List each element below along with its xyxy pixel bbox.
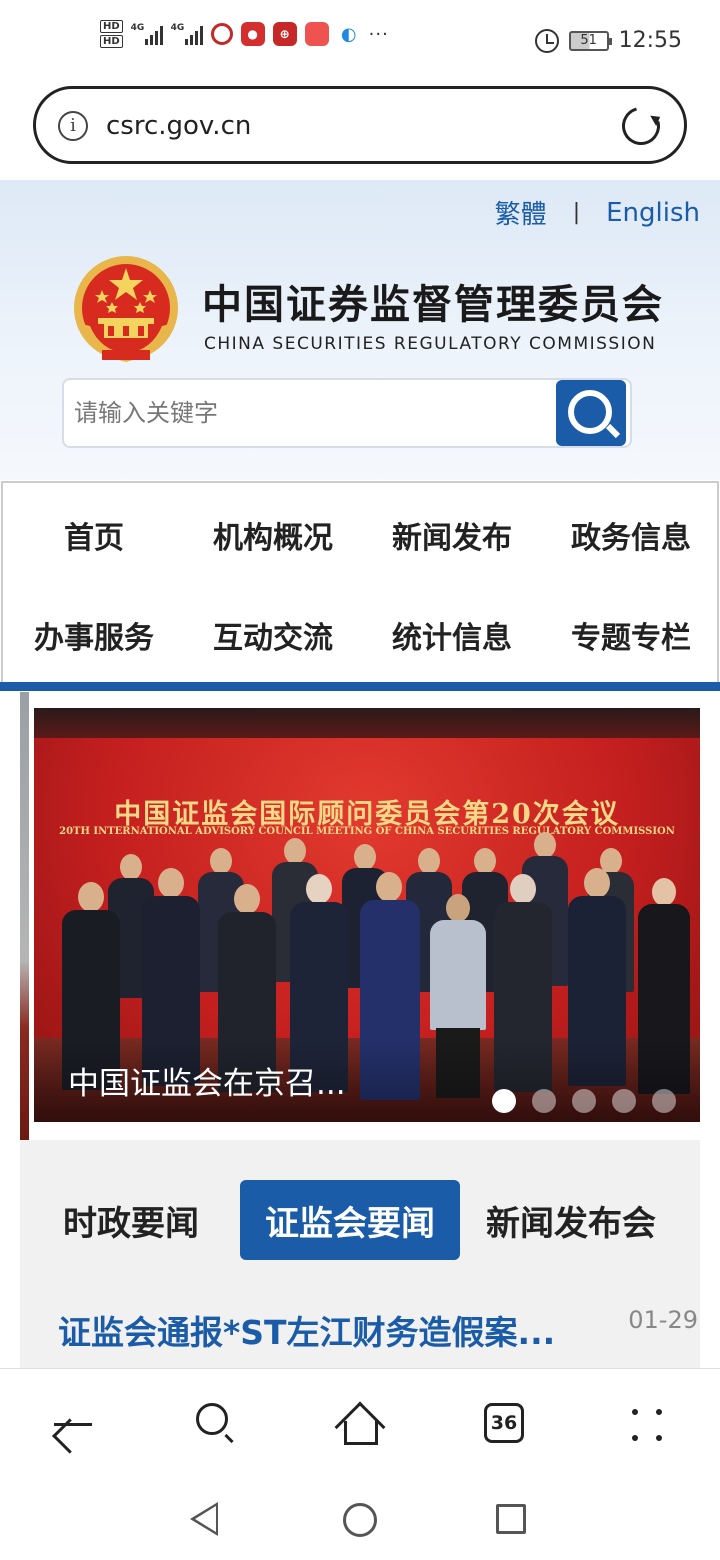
lang-traditional-link[interactable]: 繁體 <box>495 194 547 231</box>
browser-toolbar: 36 <box>0 1368 720 1476</box>
carousel-dot-4[interactable] <box>612 1089 636 1113</box>
status-left: HD HD 4G 4G ● ⊕ ◐ ··· <box>100 20 389 48</box>
nav-item-about[interactable]: 机构概况 <box>184 513 362 557</box>
carousel-indicators <box>492 1089 676 1113</box>
info-icon[interactable]: i <box>58 111 88 141</box>
carousel-dot-5[interactable] <box>652 1089 676 1113</box>
site-header: 繁體 | English 中国证券监督管理委员会 CHINA SECURITIE… <box>0 180 720 480</box>
system-nav-bar <box>0 1476 720 1560</box>
search-button[interactable] <box>556 380 626 446</box>
lang-english-link[interactable]: English <box>606 198 700 228</box>
signal-icon-2: 4G <box>171 23 203 45</box>
carousel-dot-1[interactable] <box>492 1089 516 1113</box>
tabs-button[interactable]: 36 <box>484 1403 528 1447</box>
reload-icon[interactable] <box>615 100 667 152</box>
alarm-icon <box>534 28 559 53</box>
main-nav: 首页 机构概况 新闻发布 政务信息 办事服务 互动交流 统计信息 专题专栏 <box>1 481 719 683</box>
status-bar: HD HD 4G 4G ● ⊕ ◐ ··· 51 12:55 <box>0 0 720 84</box>
menu-button[interactable] <box>628 1403 672 1447</box>
back-button[interactable] <box>50 1403 94 1447</box>
carousel-caption[interactable]: 中国证监会在京召... <box>68 1058 346 1103</box>
system-recents-icon[interactable] <box>496 1504 526 1534</box>
home-button[interactable] <box>334 1401 386 1453</box>
battery-icon: 51 <box>568 30 612 51</box>
nav-item-news[interactable]: 新闻发布 <box>363 513 541 557</box>
browser-app-icon: ◐ <box>336 22 361 46</box>
search-input[interactable] <box>74 390 554 436</box>
site-search <box>62 378 632 448</box>
news-carousel[interactable]: 中国证监会国际顾问委员会第20次会议 20TH INTERNATIONAL AD… <box>34 708 700 1122</box>
language-switch: 繁體 | English <box>495 194 700 231</box>
system-home-icon[interactable] <box>343 1503 377 1537</box>
tab-press-conference[interactable]: 新闻发布会 <box>474 1180 668 1260</box>
microphone-app-icon: ● <box>240 22 265 46</box>
menu-dots-icon <box>628 1405 668 1445</box>
nav-item-statistics[interactable]: 统计信息 <box>363 613 541 657</box>
nav-item-services[interactable]: 办事服务 <box>5 613 183 657</box>
national-emblem-icon <box>74 256 178 362</box>
back-arrow-icon <box>54 1423 92 1426</box>
tabs-count-icon: 36 <box>484 1403 524 1443</box>
nav-item-gov-info[interactable]: 政务信息 <box>542 513 720 557</box>
nav-item-interaction[interactable]: 互动交流 <box>184 613 362 657</box>
site-title: 中国证券监督管理委员会 <box>202 282 664 328</box>
signal-2-label: 4G <box>170 23 185 33</box>
system-back-icon[interactable] <box>190 1502 218 1536</box>
nav-item-home[interactable]: 首页 <box>5 513 183 557</box>
site-subtitle: CHINA SECURITIES REGULATORY COMMISSION <box>204 334 657 354</box>
tab-csrc-news[interactable]: 证监会要闻 <box>240 1180 460 1260</box>
news-item-title[interactable]: 证监会通报*ST左江财务造假案... <box>58 1306 555 1354</box>
search-icon <box>196 1403 228 1435</box>
huawei-app-icon <box>304 22 329 46</box>
more-notifications-icon: ··· <box>368 23 389 45</box>
status-right: 51 12:55 <box>534 28 682 53</box>
carousel-dot-2[interactable] <box>532 1089 556 1113</box>
url-text[interactable]: csrc.gov.cn <box>106 111 251 141</box>
nav-divider <box>0 682 720 691</box>
address-bar[interactable]: i csrc.gov.cn <box>33 86 687 164</box>
search-toolbar-button[interactable] <box>194 1403 238 1447</box>
carousel-dot-3[interactable] <box>572 1089 596 1113</box>
hd-indicator: HD HD <box>100 20 123 48</box>
signal-1-label: 4G <box>130 23 145 33</box>
lang-separator: | <box>572 200 581 225</box>
hd2-badge: HD <box>100 35 123 48</box>
hd1-badge: HD <box>100 20 123 33</box>
news-item-date: 01-29 <box>628 1306 698 1334</box>
previous-slide-peek[interactable] <box>20 692 29 1140</box>
nav-item-topics[interactable]: 专题专栏 <box>542 613 720 657</box>
banner-subtitle: 20TH INTERNATIONAL ADVISORY COUNCIL MEET… <box>59 826 675 837</box>
signal-icon-1: 4G <box>131 23 163 45</box>
clock: 12:55 <box>618 28 682 53</box>
bank-app-icon <box>210 23 233 45</box>
tab-current-affairs[interactable]: 时政要闻 <box>46 1180 216 1260</box>
globe-app-icon: ⊕ <box>272 22 297 46</box>
